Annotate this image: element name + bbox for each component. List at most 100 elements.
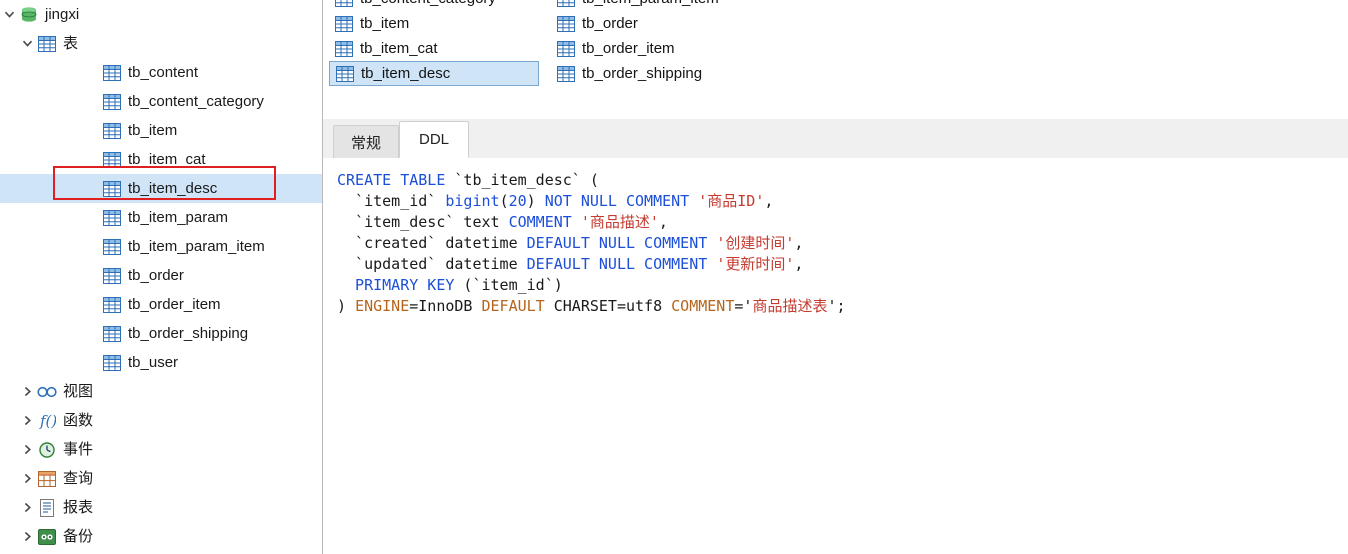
tree-item-label: tb_item_param bbox=[128, 209, 229, 226]
chevron-right-icon[interactable] bbox=[18, 406, 36, 435]
table-icon bbox=[101, 149, 123, 171]
ddl-line: PRIMARY KEY (`item_id`) bbox=[337, 275, 1348, 296]
ddl-token: `item_desc` text bbox=[337, 213, 509, 231]
tree-item-label: 备份 bbox=[63, 528, 94, 545]
table-grid-item-label: tb_order bbox=[582, 15, 638, 32]
report-icon bbox=[36, 497, 58, 519]
tree-item-label: tb_user bbox=[128, 354, 179, 371]
ddl-token: =InnoDB bbox=[409, 297, 482, 315]
tree-item-查询[interactable]: 查询 bbox=[0, 464, 322, 493]
table-icon bbox=[333, 0, 355, 10]
chevron-right-icon[interactable] bbox=[18, 464, 36, 493]
ddl-token: CREATE TABLE bbox=[337, 171, 446, 189]
query-icon bbox=[36, 468, 58, 490]
ddl-code-view[interactable]: CREATE TABLE `tb_item_desc` ( `item_id` … bbox=[323, 158, 1348, 554]
tree-item-jingxi[interactable]: jingxi bbox=[0, 0, 322, 29]
ddl-token: (`item_id`) bbox=[454, 276, 563, 294]
chevron-down-icon[interactable] bbox=[0, 0, 18, 29]
table-grid-item[interactable]: tb_order bbox=[551, 11, 781, 36]
tree-item-备份[interactable]: 备份 bbox=[0, 522, 322, 551]
detail-tabbar[interactable]: 常规 DDL bbox=[323, 119, 1348, 159]
tree-item-tb_order_item[interactable]: tb_order_item bbox=[0, 290, 322, 319]
table-grid-item[interactable]: tb_item_param_item bbox=[551, 0, 781, 11]
ddl-line: `item_desc` text COMMENT '商品描述', bbox=[337, 212, 1348, 233]
tree-item-tb_item[interactable]: tb_item bbox=[0, 116, 322, 145]
table-group-icon bbox=[36, 33, 58, 55]
ddl-token: COMMENT bbox=[671, 297, 735, 315]
database-tree[interactable]: jingxi 表 tb_content tb_content_category tb_i… bbox=[0, 0, 322, 554]
table-object-grid[interactable]: tb_content_category tb_item tb_item_cat tb_… bbox=[323, 0, 1348, 104]
ddl-token: '创建时间' bbox=[716, 234, 795, 252]
tree-item-tb_content_category[interactable]: tb_content_category bbox=[0, 87, 322, 116]
table-icon bbox=[101, 120, 123, 142]
tree-item-视图[interactable]: 视图 bbox=[0, 377, 322, 406]
table-grid-item[interactable]: tb_item bbox=[329, 11, 539, 36]
ddl-line: `updated` datetime DEFAULT NULL COMMENT … bbox=[337, 254, 1348, 275]
tree-item-tb_item_param[interactable]: tb_item_param bbox=[0, 203, 322, 232]
ddl-token: NOT NULL COMMENT bbox=[544, 192, 699, 210]
tree-item-tb_item_desc[interactable]: tb_item_desc bbox=[0, 174, 322, 203]
chevron-right-icon[interactable] bbox=[18, 522, 36, 551]
ddl-line: ) ENGINE=InnoDB DEFAULT CHARSET=utf8 COM… bbox=[337, 296, 1348, 317]
chevron-right-icon[interactable] bbox=[18, 435, 36, 464]
table-grid-item-label: tb_item_cat bbox=[360, 40, 438, 57]
table-grid-item[interactable]: tb_order_item bbox=[551, 36, 781, 61]
chevron-down-icon[interactable] bbox=[18, 29, 36, 58]
ddl-token: ( bbox=[499, 192, 509, 210]
ddl-token: 20 bbox=[508, 192, 527, 210]
table-grid-item-label: tb_content_category bbox=[360, 0, 496, 7]
tree-item-label: tb_item bbox=[128, 122, 178, 139]
tree-item-label: tb_order_shipping bbox=[128, 325, 249, 342]
table-icon bbox=[555, 13, 577, 35]
tree-item-label: 视图 bbox=[63, 383, 94, 400]
tree-item-label: tb_content_category bbox=[128, 93, 264, 110]
grid-bottom-spacer bbox=[323, 104, 1348, 119]
tree-item-label: 表 bbox=[63, 35, 79, 52]
tree-item-label: tb_content bbox=[128, 64, 199, 81]
ddl-token: ) bbox=[337, 297, 356, 315]
tree-item-表[interactable]: 表 bbox=[0, 29, 322, 58]
ddl-token: '商品描述' bbox=[580, 213, 659, 231]
ddl-token: DEFAULT bbox=[481, 297, 545, 315]
tree-item-事件[interactable]: 事件 bbox=[0, 435, 322, 464]
table-icon bbox=[555, 38, 577, 60]
table-grid-item[interactable]: tb_item_cat bbox=[329, 36, 539, 61]
tree-item-tb_item_cat[interactable]: tb_item_cat bbox=[0, 145, 322, 174]
tree-item-label: tb_item_cat bbox=[128, 151, 206, 168]
table-icon bbox=[333, 38, 355, 60]
ddl-token: , bbox=[764, 192, 774, 210]
tree-item-tb_content[interactable]: tb_content bbox=[0, 58, 322, 87]
ddl-token: bigint bbox=[445, 192, 500, 210]
chevron-right-icon[interactable] bbox=[18, 493, 36, 522]
view-icon bbox=[36, 381, 58, 403]
table-grid-item[interactable]: tb_order_shipping bbox=[551, 61, 781, 86]
tab-general[interactable]: 常规 bbox=[333, 125, 399, 158]
tab-ddl[interactable]: DDL bbox=[399, 121, 469, 158]
table-icon bbox=[101, 265, 123, 287]
ddl-token: DEFAULT NULL COMMENT bbox=[526, 255, 717, 273]
table-grid-item[interactable]: tb_content_category bbox=[329, 0, 539, 11]
table-icon bbox=[101, 178, 123, 200]
ddl-line: CREATE TABLE `tb_item_desc` ( bbox=[337, 170, 1348, 191]
tree-item-tb_user[interactable]: tb_user bbox=[0, 348, 322, 377]
object-tree-sidebar[interactable]: jingxi 表 tb_content tb_content_category tb_i… bbox=[0, 0, 323, 554]
tree-item-tb_item_param_item[interactable]: tb_item_param_item bbox=[0, 232, 322, 261]
tree-item-tb_order[interactable]: tb_order bbox=[0, 261, 322, 290]
tree-item-label: tb_item_param_item bbox=[128, 238, 265, 255]
tree-item-报表[interactable]: 报表 bbox=[0, 493, 322, 522]
chevron-right-icon[interactable] bbox=[18, 377, 36, 406]
tree-item-函数[interactable]: f() 函数 bbox=[0, 406, 322, 435]
database-icon bbox=[18, 4, 40, 26]
tree-item-label: 报表 bbox=[63, 499, 94, 516]
ddl-token: `item_id` bbox=[337, 192, 446, 210]
tree-item-tb_order_shipping[interactable]: tb_order_shipping bbox=[0, 319, 322, 348]
table-grid-item[interactable]: tb_item_desc bbox=[329, 61, 539, 86]
tree-item-label: tb_order_item bbox=[128, 296, 221, 313]
ddl-token: , bbox=[658, 213, 668, 231]
